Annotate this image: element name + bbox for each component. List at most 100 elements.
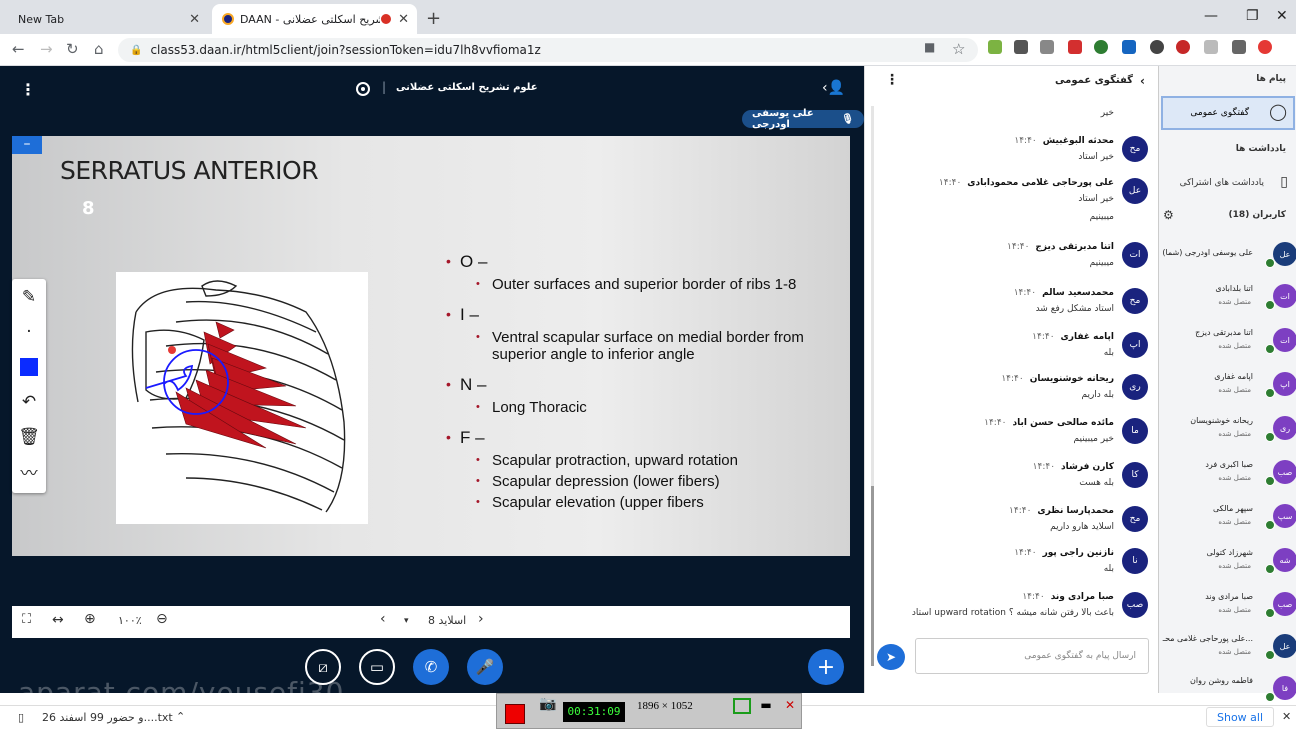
chat-scrollbar[interactable] [871, 106, 874, 666]
camera-icon[interactable]: ■ [924, 40, 935, 54]
profile-avatar[interactable] [1258, 40, 1272, 54]
avatar: عل [1122, 178, 1148, 204]
avatar: صب [1122, 592, 1148, 618]
bullet-insertion: I – [446, 305, 846, 325]
message-text: اسلاید هارو داریم [1050, 522, 1114, 532]
reload-icon[interactable]: ↻ [66, 40, 79, 58]
tab-daan[interactable]: DAAN - علوم تشریح اسکلتی عضلانی ✕ [212, 4, 417, 34]
slide-selector[interactable]: اسلاید 8 [428, 614, 466, 627]
audio-phone-button[interactable]: ✆ [413, 649, 449, 685]
maximize-icon[interactable]: ❐ [1246, 8, 1259, 24]
close-icon[interactable]: ✕ [189, 12, 200, 27]
user-status: متصل شده [1218, 430, 1251, 438]
minimize-icon[interactable]: — [1204, 8, 1218, 24]
trash-icon[interactable]: 🗑 [12, 419, 46, 454]
status-dot [1265, 300, 1275, 310]
status-dot [1265, 258, 1275, 268]
slide-select-chevron-icon[interactable]: ▾ [404, 616, 409, 626]
recording-indicator-icon[interactable] [356, 82, 370, 96]
user-list-toggle-icon[interactable]: ‹👤 [822, 80, 845, 96]
user-item[interactable]: عل علی پورحاجی غلامی محـ... متصل شده [1159, 630, 1296, 670]
message-text: خیر میبینیم [1073, 434, 1115, 444]
chevron-left-icon[interactable]: ‹ [1140, 74, 1145, 88]
fullscreen-icon[interactable]: ⛶ [22, 612, 31, 627]
bullet-item: Scapular elevation (upper fibers [446, 494, 846, 511]
avatar: ما [1122, 418, 1148, 444]
shield-extension-icon[interactable] [1014, 40, 1028, 54]
forward-icon[interactable]: → [40, 40, 53, 58]
zoom-in-icon[interactable]: ⊕ [84, 611, 96, 627]
recording-dimensions: 1896 × 1052 [637, 700, 693, 712]
send-message-button[interactable]: ➤ [877, 644, 905, 670]
presenter-badge: علی یوسفی اودرجی 🎙 [742, 108, 864, 130]
serratus-anterior-illustration [116, 272, 368, 524]
user-item[interactable]: اپ اپامه غفاری متصل شده [1159, 368, 1296, 408]
presenter-name: علی یوسفی اودرجی [752, 108, 814, 130]
extension-icon[interactable] [1094, 40, 1108, 54]
download-file-name[interactable]: 26 و حضور 99 اسفند....txt [42, 711, 173, 724]
extension-icon[interactable] [1040, 40, 1054, 54]
extension-icon[interactable] [1122, 40, 1136, 54]
undo-icon[interactable]: ↶ [12, 384, 46, 419]
avatar: کا [1122, 462, 1148, 488]
extension-icon[interactable] [1176, 40, 1190, 54]
region-icon[interactable] [733, 698, 751, 714]
public-chat-item[interactable]: گفتگوی عمومی ◯ [1161, 96, 1295, 130]
color-picker[interactable] [12, 349, 46, 384]
video-button[interactable]: ▭ [359, 649, 395, 685]
close-icon[interactable]: ✕ [781, 698, 799, 714]
gear-icon[interactable]: ⚙ [1163, 208, 1174, 222]
options-menu-icon[interactable]: ⋮ [20, 80, 36, 99]
fit-width-icon[interactable]: ↔ [52, 612, 64, 628]
home-icon[interactable]: ⌂ [94, 40, 104, 58]
new-tab-icon[interactable]: + [426, 8, 441, 29]
close-icon[interactable]: ✕ [398, 12, 409, 27]
user-item[interactable]: ات اتنا بلدابادی متصل شده [1159, 280, 1296, 320]
user-item[interactable]: سپ سپهر مالکی متصل شده [1159, 500, 1296, 540]
pencil-icon[interactable]: ✎ [12, 279, 46, 314]
extension-icon[interactable] [988, 40, 1002, 54]
window-close-icon[interactable]: ✕ [1276, 8, 1288, 24]
close-icon[interactable]: ✕ [1282, 710, 1291, 723]
user-name: فاطمه روشن روان [1190, 676, 1253, 685]
whiteboard-multiuser-icon[interactable]: 〰 [12, 454, 46, 489]
lock-icon: 🔒 [130, 44, 143, 56]
previous-slide-icon[interactable]: ‹ [380, 611, 386, 627]
thickness-icon[interactable]: · [12, 314, 46, 349]
chat-options-icon[interactable]: ⋮ [885, 72, 899, 88]
url-text: class53.daan.ir/html5client/join?session… [150, 43, 541, 57]
bookmark-star-icon[interactable]: ☆ [952, 40, 965, 58]
avatar: ات [1273, 328, 1296, 352]
message-sender: ۱۴:۴۰ محمدپارسا نظری [1009, 506, 1114, 516]
microphone-button[interactable]: 🎤 [467, 649, 503, 685]
phone-icon: ✆ [424, 658, 438, 676]
chevron-up-icon[interactable]: ⌃ [176, 710, 185, 723]
tab-new-tab[interactable]: New Tab ✕ [8, 4, 208, 34]
actions-plus-button[interactable]: + [808, 649, 844, 685]
user-item[interactable]: عل علی یوسفی اودرجی (شما) [1159, 238, 1296, 278]
url-input[interactable]: 🔒 class53.daan.ir/html5client/join?sessi… [118, 38, 978, 62]
user-item[interactable]: ری ریحانه خوشنویسان متصل شده [1159, 412, 1296, 452]
bullet-item: Outer surfaces and superior border of ri… [446, 276, 846, 293]
user-item[interactable]: شه شهرزاد کتولی متصل شده [1159, 544, 1296, 584]
message-text: بله داریم [1081, 390, 1114, 400]
message-sender: ۱۴:۴۰ مائده صالحی حسن اباد [984, 418, 1114, 428]
puzzle-icon[interactable] [1232, 40, 1246, 54]
next-slide-icon[interactable]: › [478, 611, 484, 627]
back-icon[interactable]: ← [12, 40, 25, 58]
extension-icon[interactable] [1204, 40, 1218, 54]
zoom-out-icon[interactable]: ⊖ [156, 611, 168, 627]
chat-message-input[interactable]: ارسال پیام به گفتگوی عمومی [915, 638, 1149, 674]
user-item[interactable]: صب صبا اکبری فرد متصل شده [1159, 456, 1296, 496]
extension-icon[interactable] [1150, 40, 1164, 54]
extension-icon[interactable] [1068, 40, 1082, 54]
shared-notes-item[interactable]: یادداشت های اشتراکی [1180, 178, 1264, 188]
stop-record-button[interactable] [505, 704, 525, 724]
minimize-icon[interactable]: ▬ [757, 698, 775, 714]
minimize-presentation-button[interactable]: – [12, 136, 42, 154]
user-item[interactable]: ات اتنا مدبرتقی دیزج متصل شده [1159, 324, 1296, 364]
user-item[interactable]: صب صبا مرادی وند متصل شده [1159, 588, 1296, 628]
user-name: علی پورحاجی غلامی محـ... [1162, 634, 1253, 643]
show-all-button[interactable]: Show all [1206, 707, 1275, 727]
camera-icon[interactable]: 📷 [539, 696, 556, 712]
